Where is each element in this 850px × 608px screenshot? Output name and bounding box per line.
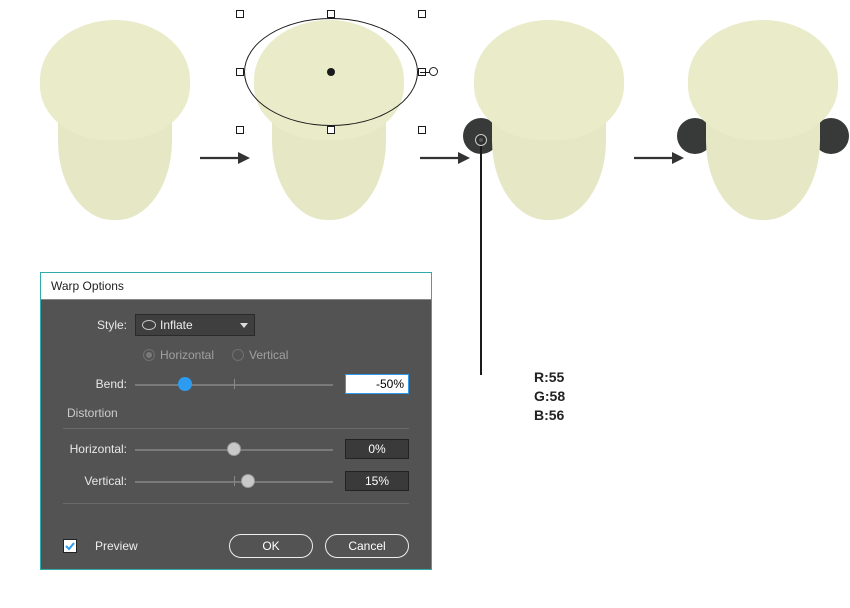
- cancel-button[interactable]: Cancel: [325, 534, 409, 558]
- warp-options-dialog: Warp Options Style: Inflate Horizontal V…: [40, 272, 432, 570]
- preview-checkbox[interactable]: [63, 539, 77, 553]
- style-select[interactable]: Inflate: [135, 314, 255, 336]
- resize-handle[interactable]: [236, 10, 244, 18]
- resize-handle[interactable]: [418, 126, 426, 134]
- orient-vertical-radio[interactable]: Vertical: [232, 348, 288, 362]
- check-icon: [65, 541, 75, 551]
- selection-bounding-box[interactable]: [240, 14, 422, 130]
- resize-handle[interactable]: [236, 68, 244, 76]
- resize-handle[interactable]: [418, 10, 426, 18]
- dist-h-slider[interactable]: [135, 441, 333, 457]
- dist-v-label: Vertical:: [63, 474, 135, 488]
- arrow-icon: [632, 148, 686, 168]
- style-value: Inflate: [160, 318, 193, 332]
- shape-step-2: [254, 20, 404, 220]
- bend-input[interactable]: -50%: [345, 374, 409, 394]
- shape-head: [40, 20, 190, 140]
- rotate-handle[interactable]: [429, 67, 438, 76]
- chevron-down-icon: [240, 323, 248, 328]
- rgb-g: G:58: [534, 387, 565, 406]
- shape-step-3: [474, 20, 624, 220]
- shape-head: [688, 20, 838, 140]
- resize-handle[interactable]: [236, 126, 244, 134]
- shape-step-1: [40, 20, 190, 220]
- shape-head: [474, 20, 624, 140]
- arrow-icon: [418, 148, 472, 168]
- dist-v-input[interactable]: 15%: [345, 471, 409, 491]
- rgb-r: R:55: [534, 368, 565, 387]
- ok-button[interactable]: OK: [229, 534, 313, 558]
- rgb-b: B:56: [534, 406, 565, 425]
- dist-h-input[interactable]: 0%: [345, 439, 409, 459]
- dialog-title: Warp Options: [41, 273, 431, 300]
- style-label: Style:: [63, 318, 135, 332]
- preview-label: Preview: [95, 539, 138, 553]
- orient-horizontal-radio[interactable]: Horizontal: [143, 348, 214, 362]
- bend-label: Bend:: [63, 377, 135, 391]
- dist-v-slider[interactable]: [135, 473, 333, 489]
- separator: [63, 428, 409, 429]
- dist-h-label: Horizontal:: [63, 442, 135, 456]
- shape-step-4: [688, 20, 838, 220]
- separator: [63, 503, 409, 504]
- bend-slider[interactable]: [135, 376, 333, 392]
- rgb-readout: R:55 G:58 B:56: [534, 368, 565, 425]
- illustration-steps: [40, 20, 830, 260]
- resize-handle[interactable]: [327, 10, 335, 18]
- callout-dot: [475, 134, 487, 146]
- selection-center: [327, 68, 335, 76]
- arrow-icon: [198, 148, 252, 168]
- callout-line: [480, 140, 482, 375]
- distortion-label: Distortion: [67, 406, 409, 420]
- inflate-icon: [142, 320, 156, 330]
- resize-handle[interactable]: [327, 126, 335, 134]
